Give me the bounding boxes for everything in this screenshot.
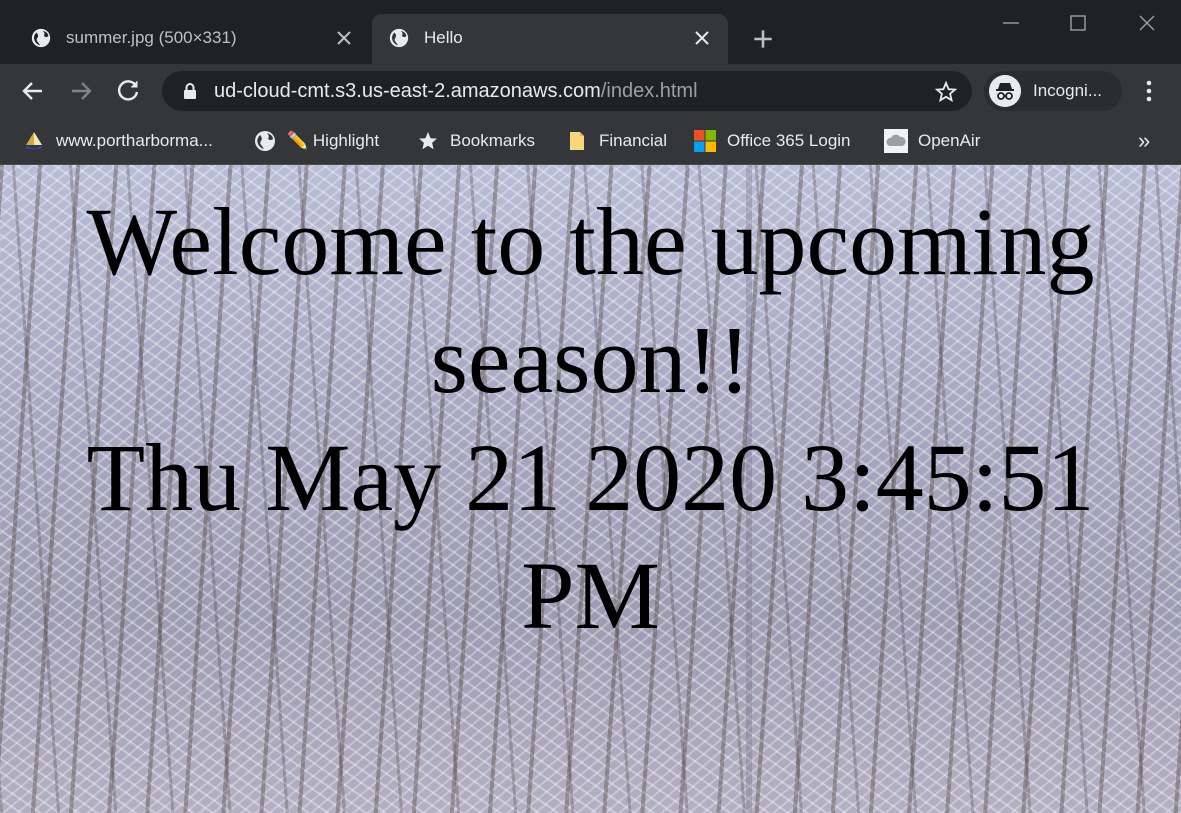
url-path: /index.html xyxy=(600,80,698,102)
page-content: Welcome to the upcoming season!! Thu May… xyxy=(0,165,1181,813)
incognito-profile-button[interactable]: Incogni... xyxy=(984,71,1122,111)
profile-label: Incogni... xyxy=(1033,81,1102,100)
bookmark-portharbor[interactable]: www.portharborma... xyxy=(22,126,213,156)
tab-title: Hello xyxy=(424,28,463,47)
close-window-icon[interactable] xyxy=(1134,10,1160,36)
bookmarks-bar: www.portharborma... ✏️ Highlight Bookmar… xyxy=(0,118,1181,165)
date-line-2: PM xyxy=(521,542,660,649)
bookmark-label: Office 365 Login xyxy=(727,131,851,150)
new-tab-icon[interactable] xyxy=(750,26,776,52)
close-tab-icon[interactable] xyxy=(690,26,714,50)
folder-icon xyxy=(570,132,584,150)
date-line-1: Thu May 21 2020 3:45:51 xyxy=(86,424,1095,531)
globe-icon xyxy=(255,131,275,151)
minimize-icon[interactable] xyxy=(998,10,1024,36)
welcome-line-2: season!! xyxy=(430,306,751,413)
bookmark-financial[interactable]: Financial xyxy=(565,126,667,156)
back-arrow-icon[interactable] xyxy=(20,78,46,104)
url-text[interactable]: ud-cloud-cmt.s3.us-east-2.amazonaws.com/… xyxy=(214,80,698,103)
lock-icon[interactable] xyxy=(180,81,200,101)
globe-icon xyxy=(31,28,51,48)
cloud-icon xyxy=(884,129,908,153)
welcome-heading: Welcome to the upcoming season!! Thu May… xyxy=(0,183,1181,655)
bookmark-highlight[interactable]: ✏️ Highlight xyxy=(253,126,379,156)
bookmark-label: Bookmarks xyxy=(450,131,536,150)
close-tab-icon[interactable] xyxy=(332,26,356,50)
url-host: ud-cloud-cmt.s3.us-east-2.amazonaws.com xyxy=(214,80,601,102)
bookmark-office365[interactable]: Office 365 Login xyxy=(693,126,851,156)
tab-summer-jpg[interactable]: summer.jpg (500×331) xyxy=(14,14,370,64)
forward-arrow-icon[interactable] xyxy=(68,78,94,104)
tab-title: summer.jpg (500×331) xyxy=(66,28,237,47)
tab-hello[interactable]: Hello xyxy=(372,14,728,64)
tab-strip: summer.jpg (500×331) Hello xyxy=(0,0,1181,64)
office-icon xyxy=(694,130,716,152)
incognito-icon xyxy=(989,75,1021,107)
bookmark-label: Financial xyxy=(599,131,668,150)
reload-icon[interactable] xyxy=(116,78,142,104)
globe-icon xyxy=(389,28,409,48)
bookmarks-overflow-chevron[interactable]: » xyxy=(1138,128,1150,154)
bookmark-openair[interactable]: OpenAir xyxy=(884,126,980,156)
bookmark-label: www.portharborma... xyxy=(56,131,213,150)
welcome-line-1: Welcome to the upcoming xyxy=(86,188,1095,295)
bookmark-label: OpenAir xyxy=(918,131,981,150)
maximize-icon[interactable] xyxy=(1065,10,1091,36)
star-icon xyxy=(419,132,437,150)
toolbar: ud-cloud-cmt.s3.us-east-2.amazonaws.com/… xyxy=(0,64,1181,118)
bookmark-label: ✏️ Highlight xyxy=(287,131,380,150)
bookmark-bookmarks[interactable]: Bookmarks xyxy=(416,126,535,156)
kebab-menu-icon[interactable] xyxy=(1137,78,1161,104)
ship-icon xyxy=(25,132,43,149)
bookmark-star-icon[interactable] xyxy=(934,80,958,104)
address-bar[interactable]: ud-cloud-cmt.s3.us-east-2.amazonaws.com/… xyxy=(162,71,972,111)
